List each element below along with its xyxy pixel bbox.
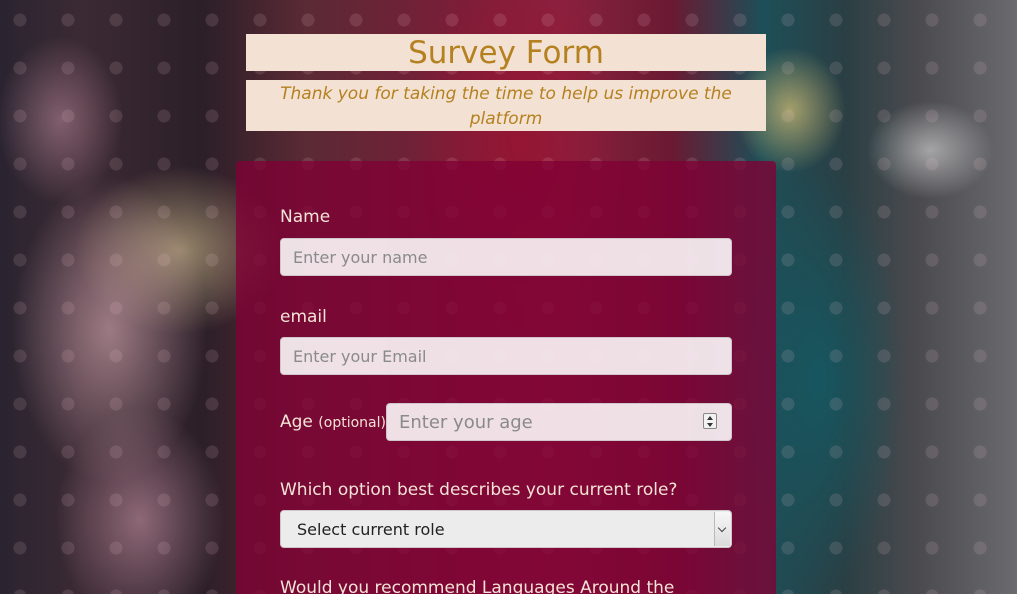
description-box: Thank you for taking the time to help us… [246, 80, 766, 131]
optional-note: (optional) [318, 415, 386, 431]
age-stepper[interactable] [703, 413, 717, 429]
email-input[interactable] [280, 337, 732, 375]
age-input[interactable] [386, 403, 732, 441]
page-title: Survey Form [408, 35, 604, 71]
page-description: Thank you for taking the time to help us… [280, 84, 732, 129]
page: Survey Form Thank you for taking the tim… [0, 0, 1017, 594]
title-box: Survey Form [246, 34, 766, 71]
age-label: Age (optional) [280, 411, 386, 434]
name-label: Name [280, 207, 331, 227]
email-label: email [280, 307, 327, 327]
survey-form: Name email Age (optional) Which option b… [236, 161, 776, 594]
stepper-down-icon[interactable] [707, 423, 713, 427]
stepper-up-icon[interactable] [707, 416, 713, 420]
role-select[interactable]: Select current role [280, 510, 732, 548]
chevron-down-icon[interactable] [714, 512, 730, 546]
role-label: Which option best describes your current… [280, 480, 678, 500]
age-label-text: Age [280, 412, 313, 432]
name-input[interactable] [280, 238, 732, 276]
role-select-value: Select current role [297, 520, 445, 539]
recommend-label: Would you recommend Languages Around the [280, 578, 675, 594]
